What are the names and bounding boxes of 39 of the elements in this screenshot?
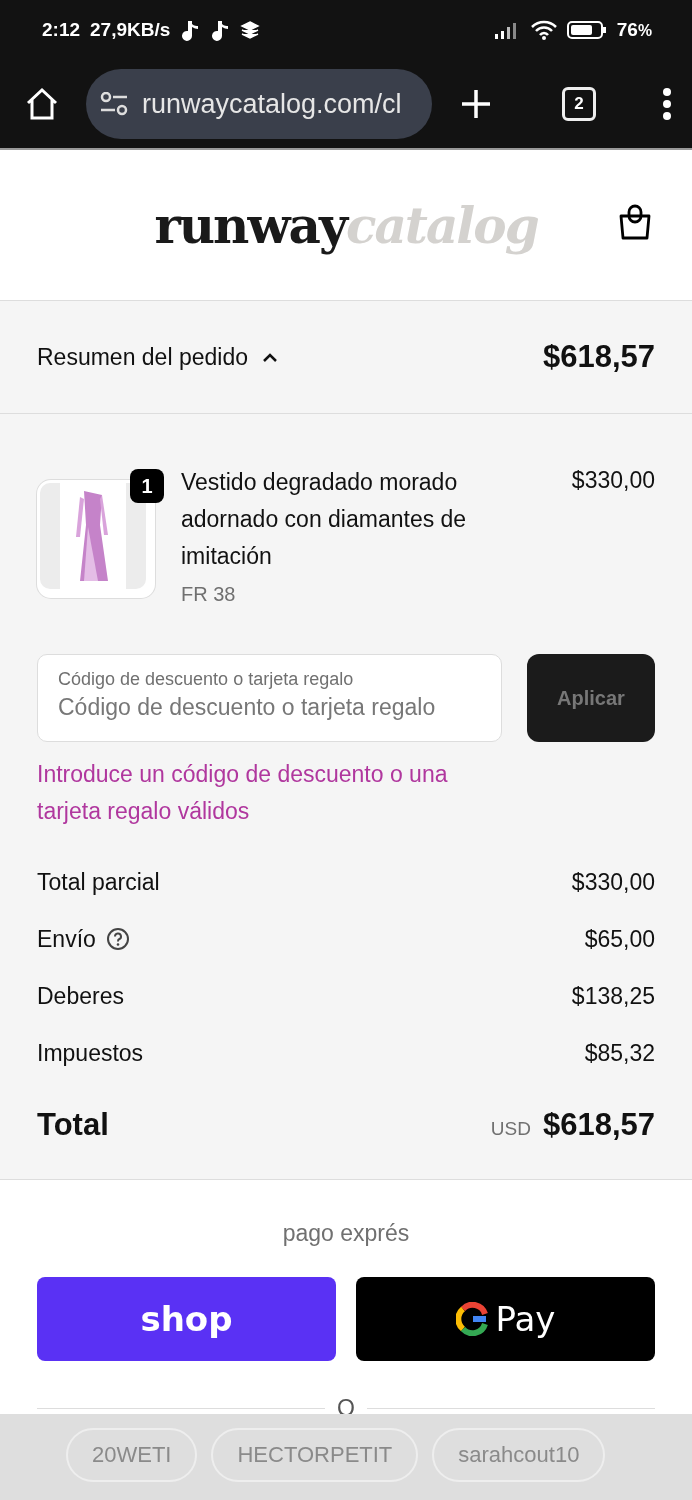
product-price: $330,00 xyxy=(571,466,655,495)
cost-label: Total parcial xyxy=(37,868,160,896)
help-icon[interactable] xyxy=(105,927,130,951)
product-name: Vestido degradado morado adornado con diamantes de imitación xyxy=(181,468,468,571)
google-pay-button[interactable]: Pay xyxy=(356,1277,655,1361)
total-amount: $618,57 xyxy=(542,1107,655,1143)
currency-code: USD xyxy=(490,1118,531,1140)
status-time: 2:12 xyxy=(42,19,81,41)
summary-total: $618,57 xyxy=(542,339,655,375)
cost-value: $65,00 xyxy=(584,925,655,953)
cost-label: Deberes xyxy=(37,982,124,1010)
google-g-icon xyxy=(455,1302,490,1336)
order-summary-toggle[interactable]: Resumen del pedido xyxy=(37,343,248,371)
more-icon[interactable] xyxy=(662,88,672,120)
home-icon[interactable] xyxy=(24,86,60,122)
address-bar[interactable]: runwaycatalog.com/cl xyxy=(86,69,432,139)
music-note-icon xyxy=(180,19,201,41)
tab-count-button[interactable]: 2 xyxy=(562,87,596,121)
store-logo[interactable]: runwaycatalog xyxy=(154,195,538,255)
wifi-icon xyxy=(530,20,557,40)
express-checkout-title: pago exprés xyxy=(282,1220,410,1247)
total-label: Total xyxy=(37,1107,109,1143)
cost-label: Envío xyxy=(37,925,96,953)
cost-value: $138,25 xyxy=(571,982,655,1010)
error-message: Introduce un código de descuento o una tarjeta regalo válidos xyxy=(37,760,449,826)
product-variant: FR 38 xyxy=(181,583,237,606)
plus-icon[interactable] xyxy=(460,88,492,120)
network-speed: 27,9KB/s xyxy=(90,19,171,41)
cost-value: $330,00 xyxy=(571,868,655,896)
quantity-badge: 1 xyxy=(130,469,164,503)
battery-percent: 76% xyxy=(616,19,652,41)
cost-value: $85,32 xyxy=(584,1039,655,1067)
cost-label: Impuestos xyxy=(37,1039,144,1067)
chevron-up-icon[interactable] xyxy=(262,351,278,363)
shopping-bag-icon[interactable] xyxy=(618,204,652,242)
shop-pay-button[interactable]: shop xyxy=(37,1277,336,1361)
layers-icon xyxy=(240,20,261,40)
battery-icon xyxy=(566,20,607,40)
music-note-icon xyxy=(210,19,231,41)
